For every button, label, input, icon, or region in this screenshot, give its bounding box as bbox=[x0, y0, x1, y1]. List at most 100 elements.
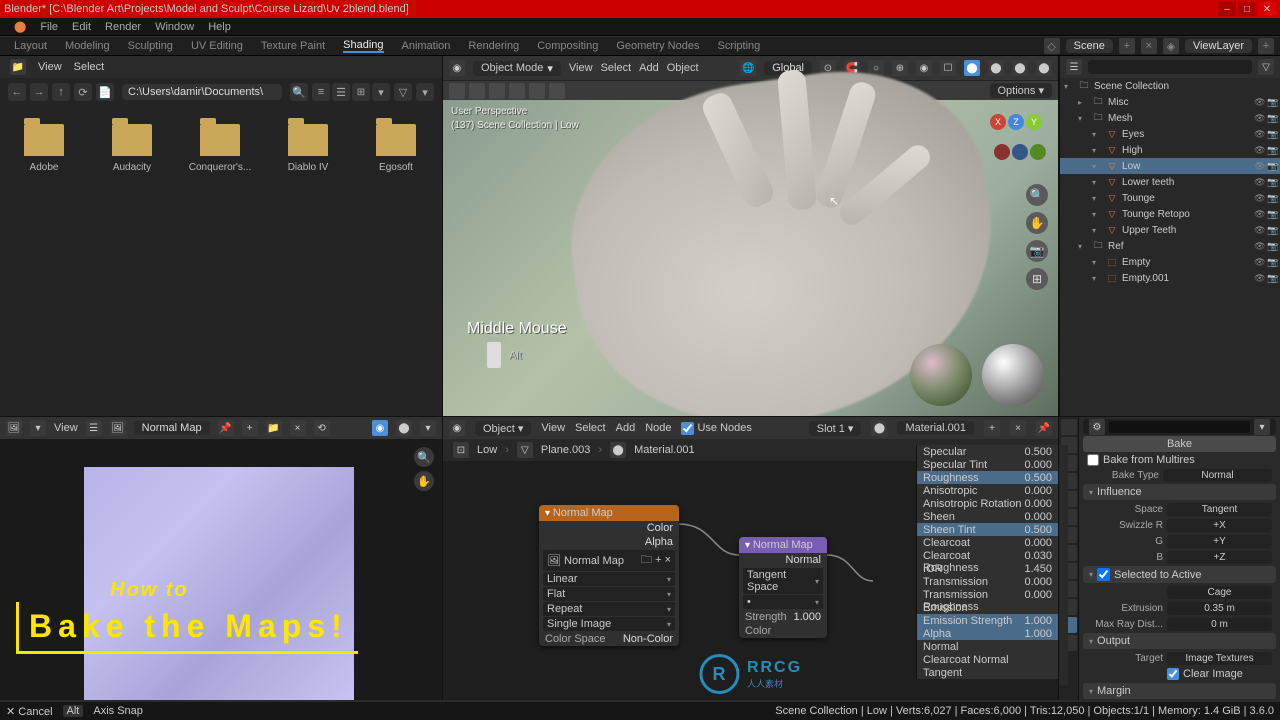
bsdf-property-row[interactable]: Emission bbox=[917, 601, 1058, 614]
node-output[interactable]: Color bbox=[647, 522, 673, 534]
outliner-row[interactable]: ▾⬚Empty👁📷 bbox=[1060, 254, 1280, 270]
render-icon[interactable]: 📷 bbox=[1267, 129, 1278, 140]
orientation-icon[interactable]: 🌐 bbox=[740, 60, 756, 76]
select-box-icon[interactable] bbox=[449, 83, 465, 99]
tab-modeling[interactable]: Modeling bbox=[65, 40, 110, 52]
outliner-row[interactable]: ▾ 🗀 Scene Collection bbox=[1060, 78, 1280, 94]
breadcrumb-item[interactable]: Low bbox=[477, 444, 497, 456]
render-icon[interactable]: 📷 bbox=[1267, 273, 1278, 284]
outliner-search-input[interactable] bbox=[1088, 60, 1252, 74]
disclose-icon[interactable]: ▾ bbox=[1092, 258, 1102, 267]
visibility-icon[interactable]: 👁 bbox=[1254, 97, 1265, 108]
display-icon[interactable]: ⬤ bbox=[396, 420, 412, 436]
node-output[interactable]: Alpha bbox=[645, 536, 673, 548]
image-texture-node[interactable]: ▾ Normal Map Color Alpha 🖼 Normal Map🗀 +… bbox=[539, 505, 679, 646]
shader-type-selector[interactable]: Object ▾ bbox=[475, 421, 531, 436]
disclose-icon[interactable]: ▾ bbox=[1092, 210, 1102, 219]
render-icon[interactable]: 📷 bbox=[1267, 161, 1278, 172]
breadcrumb-item[interactable]: Material.001 bbox=[634, 444, 695, 456]
bsdf-property-row[interactable]: Specular0.500 bbox=[917, 445, 1058, 458]
bsdf-property-row[interactable]: Transmission Roughness0.000 bbox=[917, 588, 1058, 601]
pin-icon[interactable]: 📌 bbox=[1036, 420, 1052, 436]
normal-map-node[interactable]: ▾ Normal Map Normal Tangent Space▾ •▾ St… bbox=[739, 537, 827, 638]
viewport-options[interactable]: Options ▾ bbox=[990, 83, 1053, 98]
unlink-mat-icon[interactable]: × bbox=[1010, 420, 1026, 436]
folder-item[interactable]: Diablo IV bbox=[274, 124, 342, 398]
bsdf-property-row[interactable]: Tangent bbox=[917, 666, 1058, 679]
node-input[interactable]: Color bbox=[745, 625, 771, 637]
render-icon[interactable]: 📷 bbox=[1267, 241, 1278, 252]
outliner-row[interactable]: ▾🗀Mesh👁📷 bbox=[1060, 110, 1280, 126]
transform-tool-icon[interactable] bbox=[549, 83, 565, 99]
vp-menu-select[interactable]: Select bbox=[601, 62, 632, 74]
visibility-icon[interactable]: 👁 bbox=[1254, 209, 1265, 220]
disclose-icon[interactable]: ▸ bbox=[1078, 98, 1088, 107]
node-header[interactable]: ▾ Normal Map bbox=[739, 537, 827, 553]
visibility-icon[interactable]: 👁 bbox=[1254, 257, 1265, 268]
source-selector[interactable]: Single Image▾ bbox=[543, 617, 675, 631]
visibility-icon[interactable]: 👁 bbox=[1254, 273, 1265, 284]
swizzle-r-selector[interactable]: +X bbox=[1167, 519, 1272, 532]
strength-input[interactable]: 1.000 bbox=[793, 611, 821, 623]
outliner-row[interactable]: ▾▽Tounge👁📷 bbox=[1060, 190, 1280, 206]
visibility-icon[interactable]: 👁 bbox=[1254, 161, 1265, 172]
bsdf-property-row[interactable]: Roughness0.500 bbox=[917, 471, 1058, 484]
visibility-icon[interactable]: 👁 bbox=[1254, 113, 1265, 124]
menu-edit[interactable]: Edit bbox=[72, 21, 91, 33]
clear-image-check[interactable] bbox=[1167, 668, 1179, 680]
path-input[interactable]: C:\Users\damir\Documents\ bbox=[122, 84, 282, 100]
mode-selector[interactable]: Object Mode ▾ bbox=[473, 61, 561, 76]
uv-icon[interactable]: ☰ bbox=[86, 420, 102, 436]
viewport-3d[interactable]: ◉ Object Mode ▾ View Select Add Object 🌐… bbox=[443, 56, 1059, 416]
bsdf-property-row[interactable]: Normal bbox=[917, 640, 1058, 653]
interp-selector[interactable]: Linear▾ bbox=[543, 572, 675, 586]
visibility-icon[interactable]: 👁 bbox=[1254, 177, 1265, 188]
tab-texture-paint[interactable]: Texture Paint bbox=[261, 40, 325, 52]
shading-rendered-icon[interactable]: ⬤ bbox=[1036, 60, 1052, 76]
tab-scripting[interactable]: Scripting bbox=[717, 40, 760, 52]
use-nodes-toggle[interactable]: Use Nodes bbox=[681, 422, 751, 435]
render-icon[interactable]: 📷 bbox=[1267, 97, 1278, 108]
bsdf-property-row[interactable]: Emission Strength1.000 bbox=[917, 614, 1058, 627]
scene-icon[interactable]: ◇ bbox=[1044, 38, 1060, 54]
tab-geometry-nodes[interactable]: Geometry Nodes bbox=[616, 40, 699, 52]
forward-icon[interactable]: → bbox=[30, 83, 48, 101]
bsdf-property-row[interactable]: Sheen0.000 bbox=[917, 510, 1058, 523]
tab-uv-editing[interactable]: UV Editing bbox=[191, 40, 243, 52]
unlink-icon[interactable]: × bbox=[290, 420, 306, 436]
render-icon[interactable]: 📷 bbox=[1267, 257, 1278, 268]
disclose-icon[interactable]: ▾ bbox=[1092, 226, 1102, 235]
bsdf-property-row[interactable]: Clearcoat0.000 bbox=[917, 536, 1058, 549]
status-cancel[interactable]: ✕ Cancel bbox=[6, 705, 53, 718]
menu-file[interactable]: File bbox=[40, 21, 58, 33]
outliner-editor-icon[interactable]: ☰ bbox=[1066, 59, 1082, 75]
fb-menu-view[interactable]: View bbox=[38, 61, 62, 73]
viewlayer-selector[interactable]: ViewLayer bbox=[1185, 39, 1252, 53]
disclose-icon[interactable]: ▾ bbox=[1092, 178, 1102, 187]
render-icon[interactable]: 📷 bbox=[1267, 193, 1278, 204]
settings-icon[interactable]: ▾ bbox=[416, 83, 434, 101]
close-button[interactable]: ✕ bbox=[1258, 2, 1276, 16]
axis-z-icon[interactable]: Z bbox=[1008, 114, 1024, 130]
render-icon[interactable]: 📷 bbox=[1267, 177, 1278, 188]
folder-item[interactable]: Adobe bbox=[10, 124, 78, 398]
axis-x-icon[interactable]: X bbox=[990, 114, 1006, 130]
shading-wire-icon[interactable]: ⬤ bbox=[964, 60, 980, 76]
disclose-icon[interactable]: ▾ bbox=[1092, 146, 1102, 155]
breadcrumb-item[interactable]: Plane.003 bbox=[541, 444, 591, 456]
options-icon[interactable]: ▾ bbox=[1254, 419, 1270, 435]
props-search-input[interactable] bbox=[1109, 421, 1250, 433]
disclose-icon[interactable]: ▾ bbox=[1092, 274, 1102, 283]
persp-icon[interactable]: ⊞ bbox=[1026, 268, 1048, 290]
image-icon[interactable]: 🖼 bbox=[110, 420, 126, 436]
prop-tab-render[interactable] bbox=[1061, 419, 1077, 435]
material-slot-selector[interactable]: Slot 1 ▾ bbox=[809, 421, 862, 436]
camera-icon[interactable]: 📷 bbox=[1026, 240, 1048, 262]
tab-sculpting[interactable]: Sculpting bbox=[128, 40, 173, 52]
outliner-row[interactable]: ▾▽Eyes👁📷 bbox=[1060, 126, 1280, 142]
menu-help[interactable]: Help bbox=[208, 21, 231, 33]
outliner-row[interactable]: ▾⬚Empty.001👁📷 bbox=[1060, 270, 1280, 286]
disclose-icon[interactable]: ▾ bbox=[1092, 130, 1102, 139]
outliner-row[interactable]: ▸🗀Misc👁📷 bbox=[1060, 94, 1280, 110]
axis-neg-y-icon[interactable] bbox=[1030, 144, 1046, 160]
